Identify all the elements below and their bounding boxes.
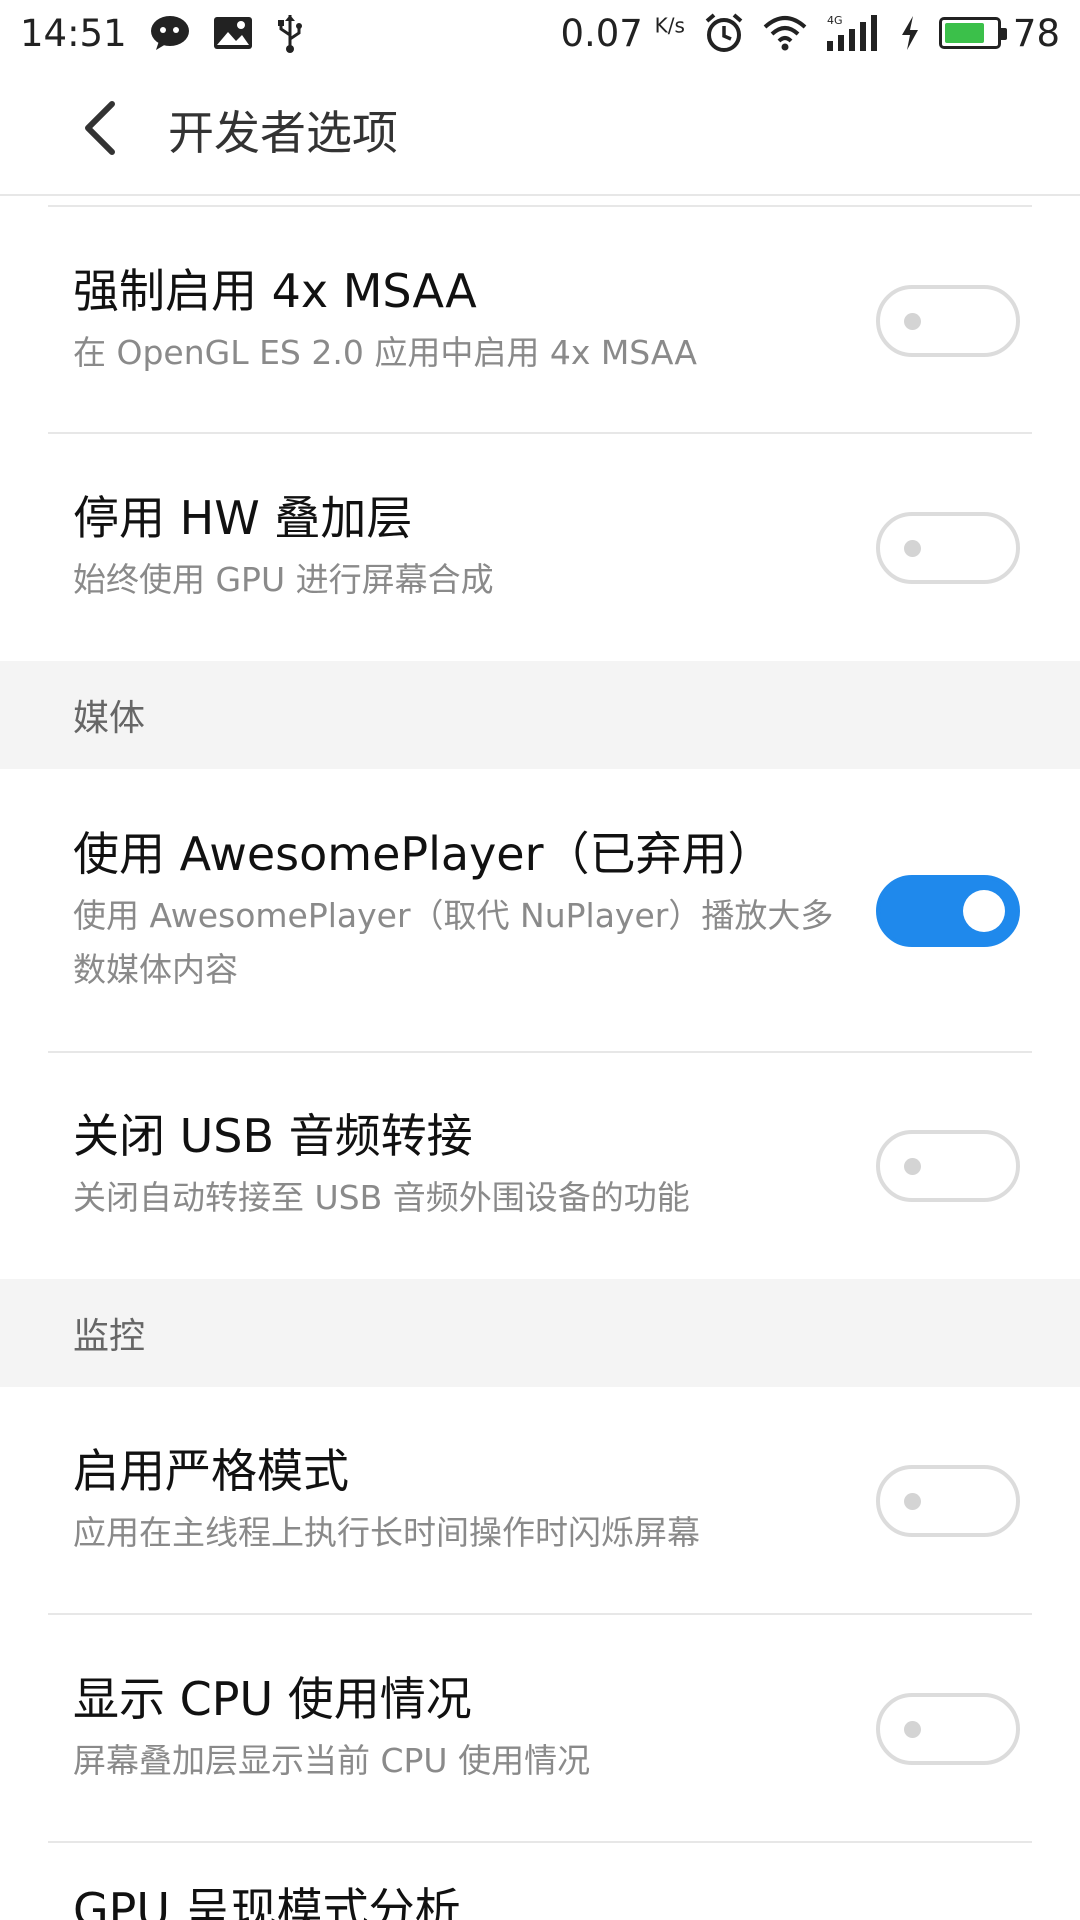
- app-header: 开发者选项: [0, 66, 1080, 196]
- setting-title: 停用 HW 叠加层: [73, 490, 413, 545]
- wechat-icon: [149, 14, 191, 52]
- setting-title: 显示 CPU 使用情况: [73, 1672, 472, 1726]
- alarm-icon: [703, 12, 745, 54]
- section-header-media: 媒体: [0, 661, 1080, 769]
- setting-row-force-msaa[interactable]: 强制启用 4x MSAA 在 OpenGL ES 2.0 应用中启用 4x MS…: [0, 207, 1080, 434]
- setting-subtitle: 应用在主线程上执行长时间操作时闪烁屏幕: [73, 1513, 700, 1552]
- toggle-switch[interactable]: [876, 1130, 1020, 1202]
- toggle-switch[interactable]: [876, 875, 1020, 947]
- setting-title: 启用严格模式: [73, 1444, 349, 1498]
- charging-icon: [899, 15, 921, 51]
- setting-title: 使用 AwesomePlayer（已弃用）: [73, 827, 774, 881]
- chevron-left-icon: [80, 100, 120, 160]
- setting-row-awesomeplayer[interactable]: 使用 AwesomePlayer（已弃用） 使用 AwesomePlayer（取…: [0, 769, 1080, 1053]
- setting-subtitle: 始终使用 GPU 进行屏幕合成: [73, 559, 494, 599]
- setting-subtitle: 使用 AwesomePlayer（取代 NuPlayer）播放大多数媒体内容: [73, 896, 834, 989]
- battery: 78: [938, 11, 1060, 55]
- page-title: 开发者选项: [168, 106, 398, 160]
- image-icon: [213, 16, 253, 50]
- section-header-monitoring: 监控: [0, 1279, 1080, 1387]
- usb-icon: [275, 13, 305, 53]
- setting-row-disable-hw-overlay[interactable]: 停用 HW 叠加层 始终使用 GPU 进行屏幕合成: [0, 434, 1080, 661]
- wifi-icon: [763, 15, 807, 51]
- net-speed-unit: K/s: [654, 13, 685, 38]
- signal-4g-icon: 4G: [825, 13, 881, 53]
- screen: 14:51 0.07 K/s 4G 78 开发者选项 强制启用 4x MSAA …: [0, 0, 1080, 1920]
- net-speed: 0.07 K/s: [560, 12, 684, 55]
- setting-row-strict-mode[interactable]: 启用严格模式 应用在主线程上执行长时间操作时闪烁屏幕: [0, 1387, 1080, 1615]
- setting-title: 关闭 USB 音频转接: [73, 1109, 473, 1163]
- battery-icon: [938, 17, 1007, 49]
- battery-level: 78: [1012, 11, 1060, 55]
- toggle-switch[interactable]: [876, 1693, 1020, 1765]
- toggle-switch[interactable]: [876, 284, 1020, 357]
- battery-fill: [944, 23, 984, 43]
- setting-row-usb-audio-routing[interactable]: 关闭 USB 音频转接 关闭自动转接至 USB 音频外围设备的功能: [0, 1053, 1080, 1279]
- status-bar: 14:51 0.07 K/s 4G 78: [0, 0, 1080, 66]
- toggle-switch[interactable]: [876, 511, 1020, 584]
- setting-subtitle: 在 OpenGL ES 2.0 应用中启用 4x MSAA: [73, 332, 697, 372]
- status-time: 14:51: [20, 11, 127, 55]
- settings-list: 强制启用 4x MSAA 在 OpenGL ES 2.0 应用中启用 4x MS…: [0, 205, 1080, 1920]
- setting-row-gpu-profiling[interactable]: GPU 呈现模式分析: [0, 1843, 1080, 1920]
- net-speed-value: 0.07: [560, 11, 643, 55]
- back-button[interactable]: [50, 80, 150, 180]
- setting-title: GPU 呈现模式分析: [73, 1883, 461, 1920]
- setting-title: 强制启用 4x MSAA: [73, 263, 477, 318]
- setting-row-show-cpu-usage[interactable]: 显示 CPU 使用情况 屏幕叠加层显示当前 CPU 使用情况: [0, 1615, 1080, 1843]
- svg-text:4G: 4G: [827, 14, 843, 27]
- setting-subtitle: 关闭自动转接至 USB 音频外围设备的功能: [73, 1178, 690, 1217]
- setting-subtitle: 屏幕叠加层显示当前 CPU 使用情况: [73, 1741, 591, 1780]
- toggle-switch[interactable]: [876, 1465, 1020, 1537]
